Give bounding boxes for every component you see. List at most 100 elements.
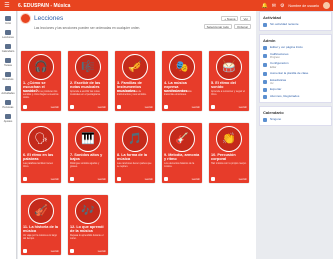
- lesson-card[interactable]: 🎧 1. ¿Cómo se escuchan el sonido? Descubre…: [21, 51, 61, 111]
- admin-item-icon: [263, 46, 267, 50]
- lesson-checkbox[interactable]: [23, 177, 27, 181]
- lesson-checkbox[interactable]: [23, 249, 27, 253]
- lesson-card[interactable]: 🎭 4. La música expresa sentimientos Descub…: [162, 51, 202, 111]
- admin-item-icon: [263, 71, 267, 76]
- course-logo: [20, 12, 31, 24]
- admin-item[interactable]: Alumnos, Registrados: [263, 94, 328, 99]
- lesson-icon: 🎸: [175, 132, 189, 145]
- lesson-title[interactable]: 7. Sonidos altos y bajos: [70, 153, 106, 161]
- lesson-title[interactable]: 8. La forma de la música: [117, 153, 153, 161]
- sidebar-item-calendar[interactable]: Calendario: [0, 44, 16, 53]
- lesson-title[interactable]: 5. El ritmo del sonido: [211, 81, 247, 89]
- lesson-title[interactable]: 9. Melodía, armonía y ritmo: [164, 153, 200, 161]
- message-icon[interactable]: ✉: [272, 3, 276, 9]
- lesson-footer: Lección: [238, 106, 247, 109]
- view-button[interactable]: Ver: [240, 16, 251, 21]
- lesson-title[interactable]: 6. El ritmo en las palabras: [23, 153, 59, 161]
- lesson-icon: 👏: [222, 132, 236, 145]
- lesson-checkbox[interactable]: [70, 177, 74, 181]
- lesson-card[interactable]: 🎵 8. La forma de la música Las canciones t…: [115, 123, 155, 183]
- admin-item-label: Aumentar la planilla de clase: [270, 70, 309, 75]
- lesson-card[interactable]: 🎹 7. Sonidos altos y bajos Distingue sonid…: [68, 123, 108, 183]
- lesson-card[interactable]: 🎸 9. Melodía, armonía y ritmo Los elemento…: [162, 123, 202, 183]
- admin-item[interactable]: Calificaciones Progreso: [263, 52, 328, 59]
- lesson-checkbox[interactable]: [117, 177, 121, 181]
- lesson-icon: 🎼: [81, 60, 95, 73]
- sidebar: Inicio Lecciones Calendario Tareas Recur…: [0, 11, 17, 259]
- menu-icon[interactable]: ☰: [2, 2, 12, 9]
- admin-item-label: Exportar: [270, 87, 282, 92]
- calendar-panel: Calendario Ninguno: [259, 105, 332, 126]
- lesson-title[interactable]: 11. La historia de la música: [23, 225, 59, 233]
- settings-icon[interactable]: ⚙: [280, 3, 284, 9]
- lesson-image: 👏: [213, 126, 245, 152]
- lesson-card[interactable]: 🥁 5. El ritmo del sonido Aprende a reconoc…: [209, 51, 249, 111]
- lesson-description: Los elementos básicos de la música.: [164, 162, 195, 168]
- lesson-title[interactable]: 2. Escribir de las notas musicales: [70, 81, 106, 89]
- lesson-checkbox[interactable]: [211, 177, 215, 181]
- sidebar-item-activities[interactable]: Actividades: [0, 86, 16, 95]
- activity-title: Actividad: [263, 15, 282, 20]
- lesson-checkbox[interactable]: [164, 177, 168, 181]
- lesson-checkbox[interactable]: [211, 105, 215, 109]
- lesson-description: Haz música con tu propio cuerpo.: [211, 162, 247, 165]
- lesson-checkbox[interactable]: [70, 249, 74, 253]
- lesson-description: Distingue sonidos agudos y graves.: [70, 162, 100, 168]
- calendar-icon: [5, 44, 11, 49]
- admin-item[interactable]: Aumentar la planilla de clase: [263, 70, 328, 76]
- admin-item-icon: [263, 54, 267, 59]
- sidebar-item-lessons[interactable]: Lecciones: [0, 30, 16, 39]
- admin-title: Admin: [263, 38, 276, 43]
- lesson-footer: Lección: [238, 178, 247, 181]
- sidebar-item-home[interactable]: Inicio: [0, 16, 16, 25]
- lesson-footer: Lección: [97, 106, 106, 109]
- sidebar-item-people[interactable]: Personas: [0, 100, 16, 109]
- lesson-card[interactable]: 👏 10. Percusión corporal Haz música con tu…: [209, 123, 249, 183]
- lesson-footer: Lección: [97, 178, 106, 181]
- lesson-card[interactable]: 🎼 2. Escribir de las notas musicales Apren…: [68, 51, 108, 111]
- lesson-footer: Lección: [191, 106, 200, 109]
- top-bar: ☰ 6. EDUSPAIN - Música 🔔 ✉ ⚙ Nombre de u…: [0, 0, 333, 11]
- app-title: 6. EDUSPAIN - Música: [18, 2, 71, 9]
- lesson-icon: 🎭: [175, 60, 189, 73]
- lesson-description: Aprende a escribir las notas musicales e…: [70, 90, 101, 96]
- lesson-description: Conoce las familias de instrumentos y su…: [117, 90, 147, 96]
- lesson-description: Repasa lo aprendido durante el curso.: [70, 234, 104, 240]
- admin-item-sub: Editar: [270, 65, 277, 69]
- avatar[interactable]: [323, 2, 330, 9]
- lesson-checkbox[interactable]: [117, 105, 121, 109]
- lesson-card[interactable]: 🎶 12. Lo que aprendí de la música Repasa l…: [68, 195, 108, 255]
- admin-item[interactable]: Editar y ver página Inicio: [263, 46, 328, 50]
- sidebar-item-tasks[interactable]: Tareas: [0, 58, 16, 67]
- new-lesson-button[interactable]: + Nueva: [221, 16, 239, 21]
- lesson-image: 🎼: [72, 54, 104, 80]
- lesson-icon: 🎻: [34, 204, 48, 217]
- activity-panel: Actividad Sin actividad reciente: [259, 11, 332, 31]
- sidebar-item-resources[interactable]: Recursos: [0, 72, 16, 81]
- admin-item[interactable]: Exportar: [263, 87, 328, 92]
- lesson-image: 🎺: [119, 54, 151, 80]
- lesson-footer: Lección: [50, 178, 59, 181]
- lesson-footer: Lección: [97, 250, 106, 253]
- lesson-checkbox[interactable]: [70, 105, 74, 109]
- user-name[interactable]: Nombre de usuario: [288, 4, 319, 8]
- order-button[interactable]: Ordenar: [233, 24, 251, 29]
- sidebar-item-settings[interactable]: Ajustes: [0, 114, 16, 123]
- admin-item[interactable]: Estadísticas Ver: [263, 78, 328, 85]
- lesson-checkbox[interactable]: [164, 105, 168, 109]
- admin-item-icon: [263, 79, 267, 84]
- home-icon: [5, 16, 11, 21]
- lesson-description: Las palabras también tienen ritmo.: [23, 162, 54, 168]
- lesson-card[interactable]: 🗣 6. El ritmo en las palabras Las palabras…: [21, 123, 61, 183]
- lesson-card[interactable]: 🎻 11. La historia de la música Un viaje po…: [21, 195, 61, 255]
- lesson-icon: 🥁: [222, 60, 236, 73]
- admin-item-icon: [263, 87, 267, 92]
- admin-item[interactable]: Configuración Editar: [263, 61, 328, 69]
- lesson-title[interactable]: 10. Percusión corporal: [211, 153, 247, 161]
- admin-item-sub: Ver: [270, 81, 274, 85]
- notification-icon[interactable]: 🔔: [262, 3, 268, 9]
- lesson-checkbox[interactable]: [23, 105, 27, 109]
- lesson-card[interactable]: 🎺 3. Familias de instrumentos musicales Co…: [115, 51, 155, 111]
- lesson-title[interactable]: 12. Lo que aprendí de la música: [70, 225, 106, 233]
- select-all-button[interactable]: Seleccionar todo: [203, 24, 232, 29]
